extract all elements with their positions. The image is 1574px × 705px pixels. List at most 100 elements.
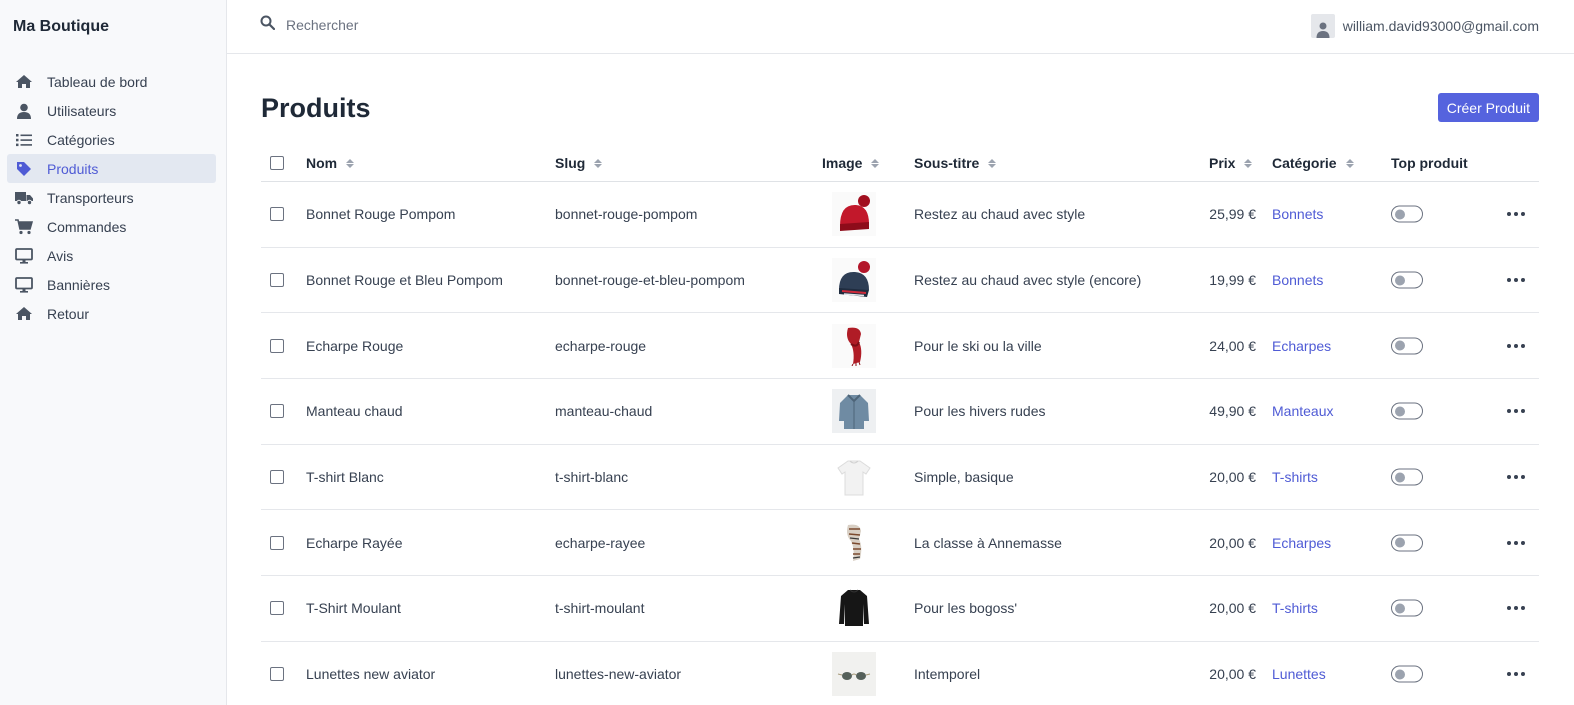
top-product-toggle[interactable] [1391,468,1423,486]
product-category-link[interactable]: Bonnets [1272,206,1323,222]
column-header-subtitle[interactable]: Sous-titre [914,155,997,171]
table-row: Echarpe Rouge echarpe-rouge Pour le ski … [261,313,1539,380]
top-product-toggle[interactable] [1391,271,1423,289]
user-menu[interactable]: william.david93000@gmail.com [1310,14,1539,38]
list-icon [15,132,33,148]
product-image [832,258,876,303]
row-actions-icon[interactable] [1507,540,1525,545]
sidebar-item-utilisateurs[interactable]: Utilisateurs [7,96,216,125]
row-checkbox[interactable] [270,601,284,616]
product-image [832,652,876,697]
column-header-category[interactable]: Catégorie [1272,155,1354,171]
monitor-icon [15,276,33,293]
product-slug: t-shirt-blanc [555,469,629,486]
top-product-toggle[interactable] [1391,337,1423,355]
row-checkbox[interactable] [270,470,284,485]
create-product-button[interactable]: Créer Produit [1437,93,1539,122]
row-checkbox[interactable] [270,273,284,288]
monitor-icon [15,247,33,264]
sidebar-item-tableau-de-bord[interactable]: Tableau de bord [7,67,216,96]
brand-title[interactable]: Ma Boutique [13,18,109,36]
row-actions-icon[interactable] [1507,278,1525,283]
top-product-toggle[interactable] [1391,599,1423,617]
sidebar-nav: Tableau de bord Utilisateurs Catégories … [7,67,216,328]
sidebar-item-label: Retour [47,305,90,322]
user-email[interactable]: william.david93000@gmail.com [1343,18,1539,34]
column-header-price[interactable]: Prix [1209,155,1253,171]
sort-icon[interactable] [871,158,880,168]
row-actions-icon[interactable] [1507,672,1525,677]
product-image [832,455,876,500]
home-icon [15,74,33,90]
product-name[interactable]: Bonnet Rouge et Bleu Pompom [306,272,503,288]
product-name[interactable]: Bonnet Rouge Pompom [306,206,455,222]
product-category-link[interactable]: T-shirts [1272,469,1318,485]
sidebar-item-avis[interactable]: Avis [7,241,216,270]
top-product-toggle[interactable] [1391,534,1423,552]
search-icon[interactable] [260,15,276,35]
product-name[interactable]: T-shirt Blanc [306,469,384,485]
sidebar-item-transporteurs[interactable]: Transporteurs [7,183,216,212]
home-icon [15,306,33,322]
product-category-link[interactable]: Echarpes [1272,535,1331,551]
table-row: T-Shirt Moulant t-shirt-moulant Pour les… [261,576,1539,642]
product-name[interactable]: T-Shirt Moulant [306,600,401,616]
sidebar-item-produits[interactable]: Produits [7,154,216,183]
sidebar-item-label: Tableau de bord [47,73,148,90]
product-category-link[interactable]: Bonnets [1272,272,1323,288]
product-price: 20,00 € [1209,534,1256,551]
column-header-name[interactable]: Nom [306,155,355,171]
product-price: 20,00 € [1209,600,1256,617]
product-slug: manteau-chaud [555,403,653,420]
product-category-link[interactable]: Echarpes [1272,338,1331,354]
truck-icon [15,190,33,206]
product-price: 24,00 € [1209,337,1256,354]
row-checkbox[interactable] [270,404,284,419]
sidebar-item-label: Transporteurs [47,189,134,206]
row-checkbox[interactable] [270,535,284,550]
product-subtitle: Pour les hivers rudes [914,403,1046,420]
avatar[interactable] [1310,14,1335,38]
product-price: 19,99 € [1209,272,1256,289]
product-category-link[interactable]: Lunettes [1272,666,1326,682]
product-name[interactable]: Echarpe Rayée [306,535,403,551]
sort-icon[interactable] [594,158,603,168]
table-row: T-shirt Blanc t-shirt-blanc Simple, basi… [261,445,1539,511]
top-product-toggle[interactable] [1391,402,1423,420]
row-actions-icon[interactable] [1507,475,1525,480]
row-checkbox[interactable] [270,667,284,682]
tag-icon [15,161,33,177]
sidebar-item-categories[interactable]: Catégories [7,125,216,154]
product-name[interactable]: Manteau chaud [306,403,403,419]
product-image [832,389,876,434]
sidebar-item-label: Bannières [47,276,111,293]
product-category-link[interactable]: T-shirts [1272,600,1318,616]
product-price: 49,90 € [1209,403,1256,420]
product-subtitle: La classe à Annemasse [914,534,1062,551]
table-row: Lunettes new aviator lunettes-new-aviato… [261,642,1539,705]
top-product-toggle[interactable] [1391,665,1423,683]
row-actions-icon[interactable] [1507,212,1525,217]
product-category-link[interactable]: Manteaux [1272,403,1333,419]
product-name[interactable]: Echarpe Rouge [306,338,403,354]
row-checkbox[interactable] [270,338,284,353]
top-product-toggle[interactable] [1391,205,1423,223]
sort-icon[interactable] [988,158,997,168]
column-header-slug[interactable]: Slug [555,155,603,171]
sort-icon[interactable] [1244,158,1253,168]
column-header-image[interactable]: Image [822,155,880,171]
row-actions-icon[interactable] [1507,606,1525,611]
sidebar-item-bannieres[interactable]: Bannières [7,270,216,299]
select-all-checkbox[interactable] [270,156,284,170]
sort-icon[interactable] [1345,158,1354,168]
row-checkbox[interactable] [270,207,284,222]
cart-icon [15,218,33,235]
row-actions-icon[interactable] [1507,409,1525,414]
sidebar-item-commandes[interactable]: Commandes [7,212,216,241]
sort-icon[interactable] [346,158,355,168]
sidebar-item-label: Utilisateurs [47,102,117,119]
product-name[interactable]: Lunettes new aviator [306,666,435,682]
sidebar-item-retour[interactable]: Retour [7,299,216,328]
row-actions-icon[interactable] [1507,343,1525,348]
search-input[interactable] [286,17,586,33]
